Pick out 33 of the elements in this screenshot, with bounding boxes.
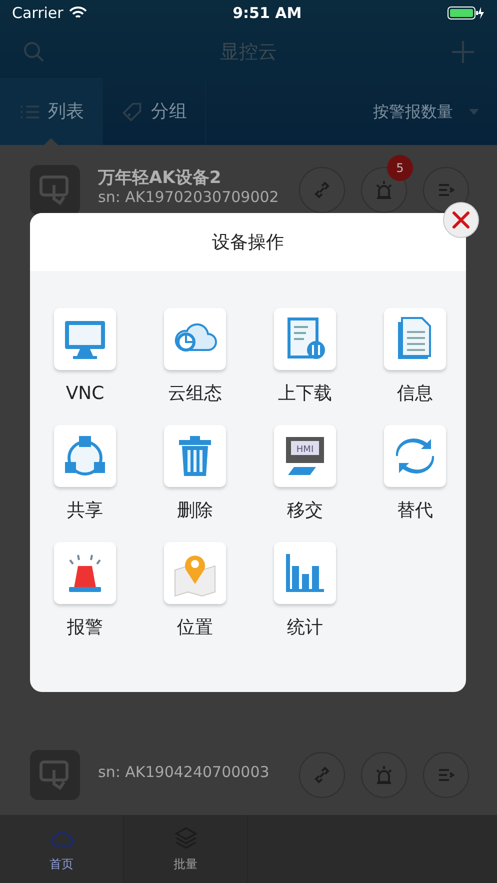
sort-dropdown[interactable]: 按警报数量 bbox=[367, 98, 497, 124]
alarm-count-badge: 5 bbox=[387, 155, 413, 181]
action-button[interactable]: HMI 移交 bbox=[250, 425, 360, 524]
action-button[interactable]: 位置 bbox=[140, 542, 250, 641]
action-button[interactable]: 报警 bbox=[30, 542, 140, 641]
action-button[interactable]: 上下载 bbox=[250, 308, 360, 407]
action-button[interactable]: VNC bbox=[30, 308, 140, 407]
close-icon bbox=[450, 209, 472, 231]
action-button[interactable]: 删除 bbox=[140, 425, 250, 524]
search-icon[interactable] bbox=[22, 40, 46, 64]
device-name: 万年轻AK设备2 bbox=[98, 168, 222, 188]
action-button[interactable]: 替代 bbox=[360, 425, 470, 524]
hmi-label: HMI bbox=[296, 445, 314, 455]
unlink-button[interactable] bbox=[299, 167, 345, 213]
carrier-label: Carrier bbox=[12, 2, 64, 24]
unlink-button[interactable] bbox=[299, 752, 345, 798]
action-button[interactable]: 统计 bbox=[250, 542, 360, 641]
plus-icon[interactable] bbox=[451, 40, 475, 64]
action-button[interactable]: 信息 bbox=[360, 308, 470, 407]
segment-tab[interactable]: 分组 bbox=[103, 78, 206, 145]
action-button[interactable]: 共享 bbox=[30, 425, 140, 524]
device-serial: sn: AK19702030709002 bbox=[98, 188, 280, 206]
caret-icon bbox=[469, 108, 479, 114]
close-button[interactable] bbox=[443, 202, 479, 238]
wifi-icon bbox=[69, 6, 88, 20]
dialog-title: 设备操作 bbox=[212, 230, 284, 254]
action-button[interactable]: 云组态 bbox=[140, 308, 250, 407]
tag-icon bbox=[121, 100, 143, 122]
device-serial: sn: AK1904240700003 bbox=[98, 763, 270, 781]
segment-tab[interactable]: 列表 bbox=[0, 78, 103, 145]
battery-icon bbox=[446, 6, 485, 20]
status-time: 9:51 AM bbox=[232, 2, 302, 24]
alarm-button[interactable] bbox=[361, 752, 407, 798]
